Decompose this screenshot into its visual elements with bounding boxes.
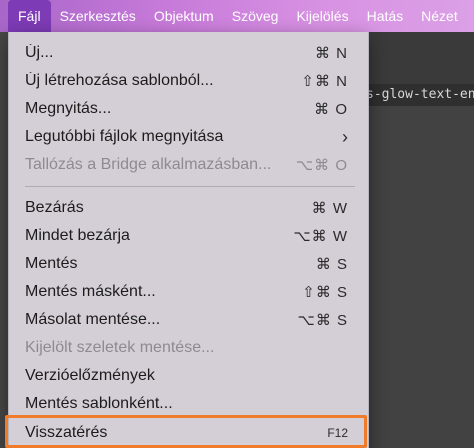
- menu-item-label: Új létrehozása sablonból...: [25, 72, 214, 89]
- menu-item-label: Másolat mentése...: [25, 311, 161, 328]
- file-menu-dropdown: Új... ⌘ N Új létrehozása sablonból... ⇧⌘…: [8, 32, 369, 448]
- shortcut-label: ⌥⌘ O: [295, 157, 348, 174]
- menu-item-new-from-template[interactable]: Új létrehozása sablonból... ⇧⌘ N: [9, 67, 370, 95]
- menu-effect[interactable]: Hatás: [358, 0, 413, 32]
- menu-item-label: Tallózás a Bridge alkalmazásban...: [25, 156, 272, 173]
- menu-item-open-recent[interactable]: Legutóbbi fájlok megnyitása ›: [9, 123, 370, 151]
- menu-item-new[interactable]: Új... ⌘ N: [9, 39, 370, 67]
- shortcut-label: ⇧⌘ S: [302, 284, 348, 301]
- shortcut-label: ⌥⌘ W: [293, 228, 348, 245]
- menu-item-label: Bezárás: [25, 199, 84, 216]
- left-panel-edge: [0, 32, 8, 448]
- menu-item-close-all[interactable]: Mindet bezárja ⌥⌘ W: [9, 222, 370, 250]
- menu-view[interactable]: Nézet: [412, 0, 467, 32]
- menu-edit[interactable]: Szerkesztés: [51, 0, 145, 32]
- document-tab[interactable]: s-glow-text-en: [360, 84, 474, 106]
- menu-separator: [25, 186, 355, 187]
- menu-bar: Fájl Szerkesztés Objektum Szöveg Kijelöl…: [0, 0, 474, 32]
- shortcut-label: ⌘ S: [315, 256, 348, 273]
- menu-item-version-history[interactable]: Verzióelőzmények: [9, 362, 370, 390]
- menu-object[interactable]: Objektum: [145, 0, 223, 32]
- menu-item-close[interactable]: Bezárás ⌘ W: [9, 194, 370, 222]
- chevron-right-icon: ›: [342, 126, 348, 147]
- menu-item-save[interactable]: Mentés ⌘ S: [9, 250, 370, 278]
- menu-item-label: Mentés másként...: [25, 283, 156, 300]
- menu-item-browse-in-bridge: Tallózás a Bridge alkalmazásban... ⌥⌘ O: [9, 151, 370, 179]
- menu-item-save-selected-slices: Kijelölt szeletek mentése...: [9, 334, 370, 362]
- menu-item-label: Verzióelőzmények: [25, 367, 155, 384]
- shortcut-label: ⌘ W: [311, 200, 348, 217]
- canvas-area: [360, 106, 474, 448]
- menu-select[interactable]: Kijelölés: [287, 0, 357, 32]
- menu-item-label: Mentés: [25, 255, 78, 272]
- shortcut-label: ⌘ N: [315, 45, 348, 62]
- menu-file[interactable]: Fájl: [8, 0, 51, 32]
- menu-item-label: Legutóbbi fájlok megnyitása: [25, 128, 224, 145]
- menu-item-open[interactable]: Megnyitás... ⌘ O: [9, 95, 370, 123]
- menu-item-save-as[interactable]: Mentés másként... ⇧⌘ S: [9, 278, 370, 306]
- menu-item-save-as-template[interactable]: Mentés sablonként...: [9, 390, 370, 418]
- menu-item-label: Mentés sablonként...: [25, 395, 173, 412]
- screen: s-glow-text-en Fájl Szerkesztés Objektum…: [0, 0, 474, 448]
- menu-item-label: Megnyitás...: [25, 100, 112, 117]
- revert-highlight-box: [5, 415, 367, 448]
- menu-item-label: Új...: [25, 44, 54, 61]
- menu-type[interactable]: Szöveg: [223, 0, 288, 32]
- shortcut-label: ⇧⌘ N: [301, 73, 348, 90]
- shortcut-label: ⌘ O: [314, 101, 348, 118]
- shortcut-label: ⌥⌘ S: [297, 312, 348, 329]
- menu-item-label: Kijelölt szeletek mentése...: [25, 339, 215, 356]
- menu-item-save-copy[interactable]: Másolat mentése... ⌥⌘ S: [9, 306, 370, 334]
- menu-item-label: Mindet bezárja: [25, 227, 130, 244]
